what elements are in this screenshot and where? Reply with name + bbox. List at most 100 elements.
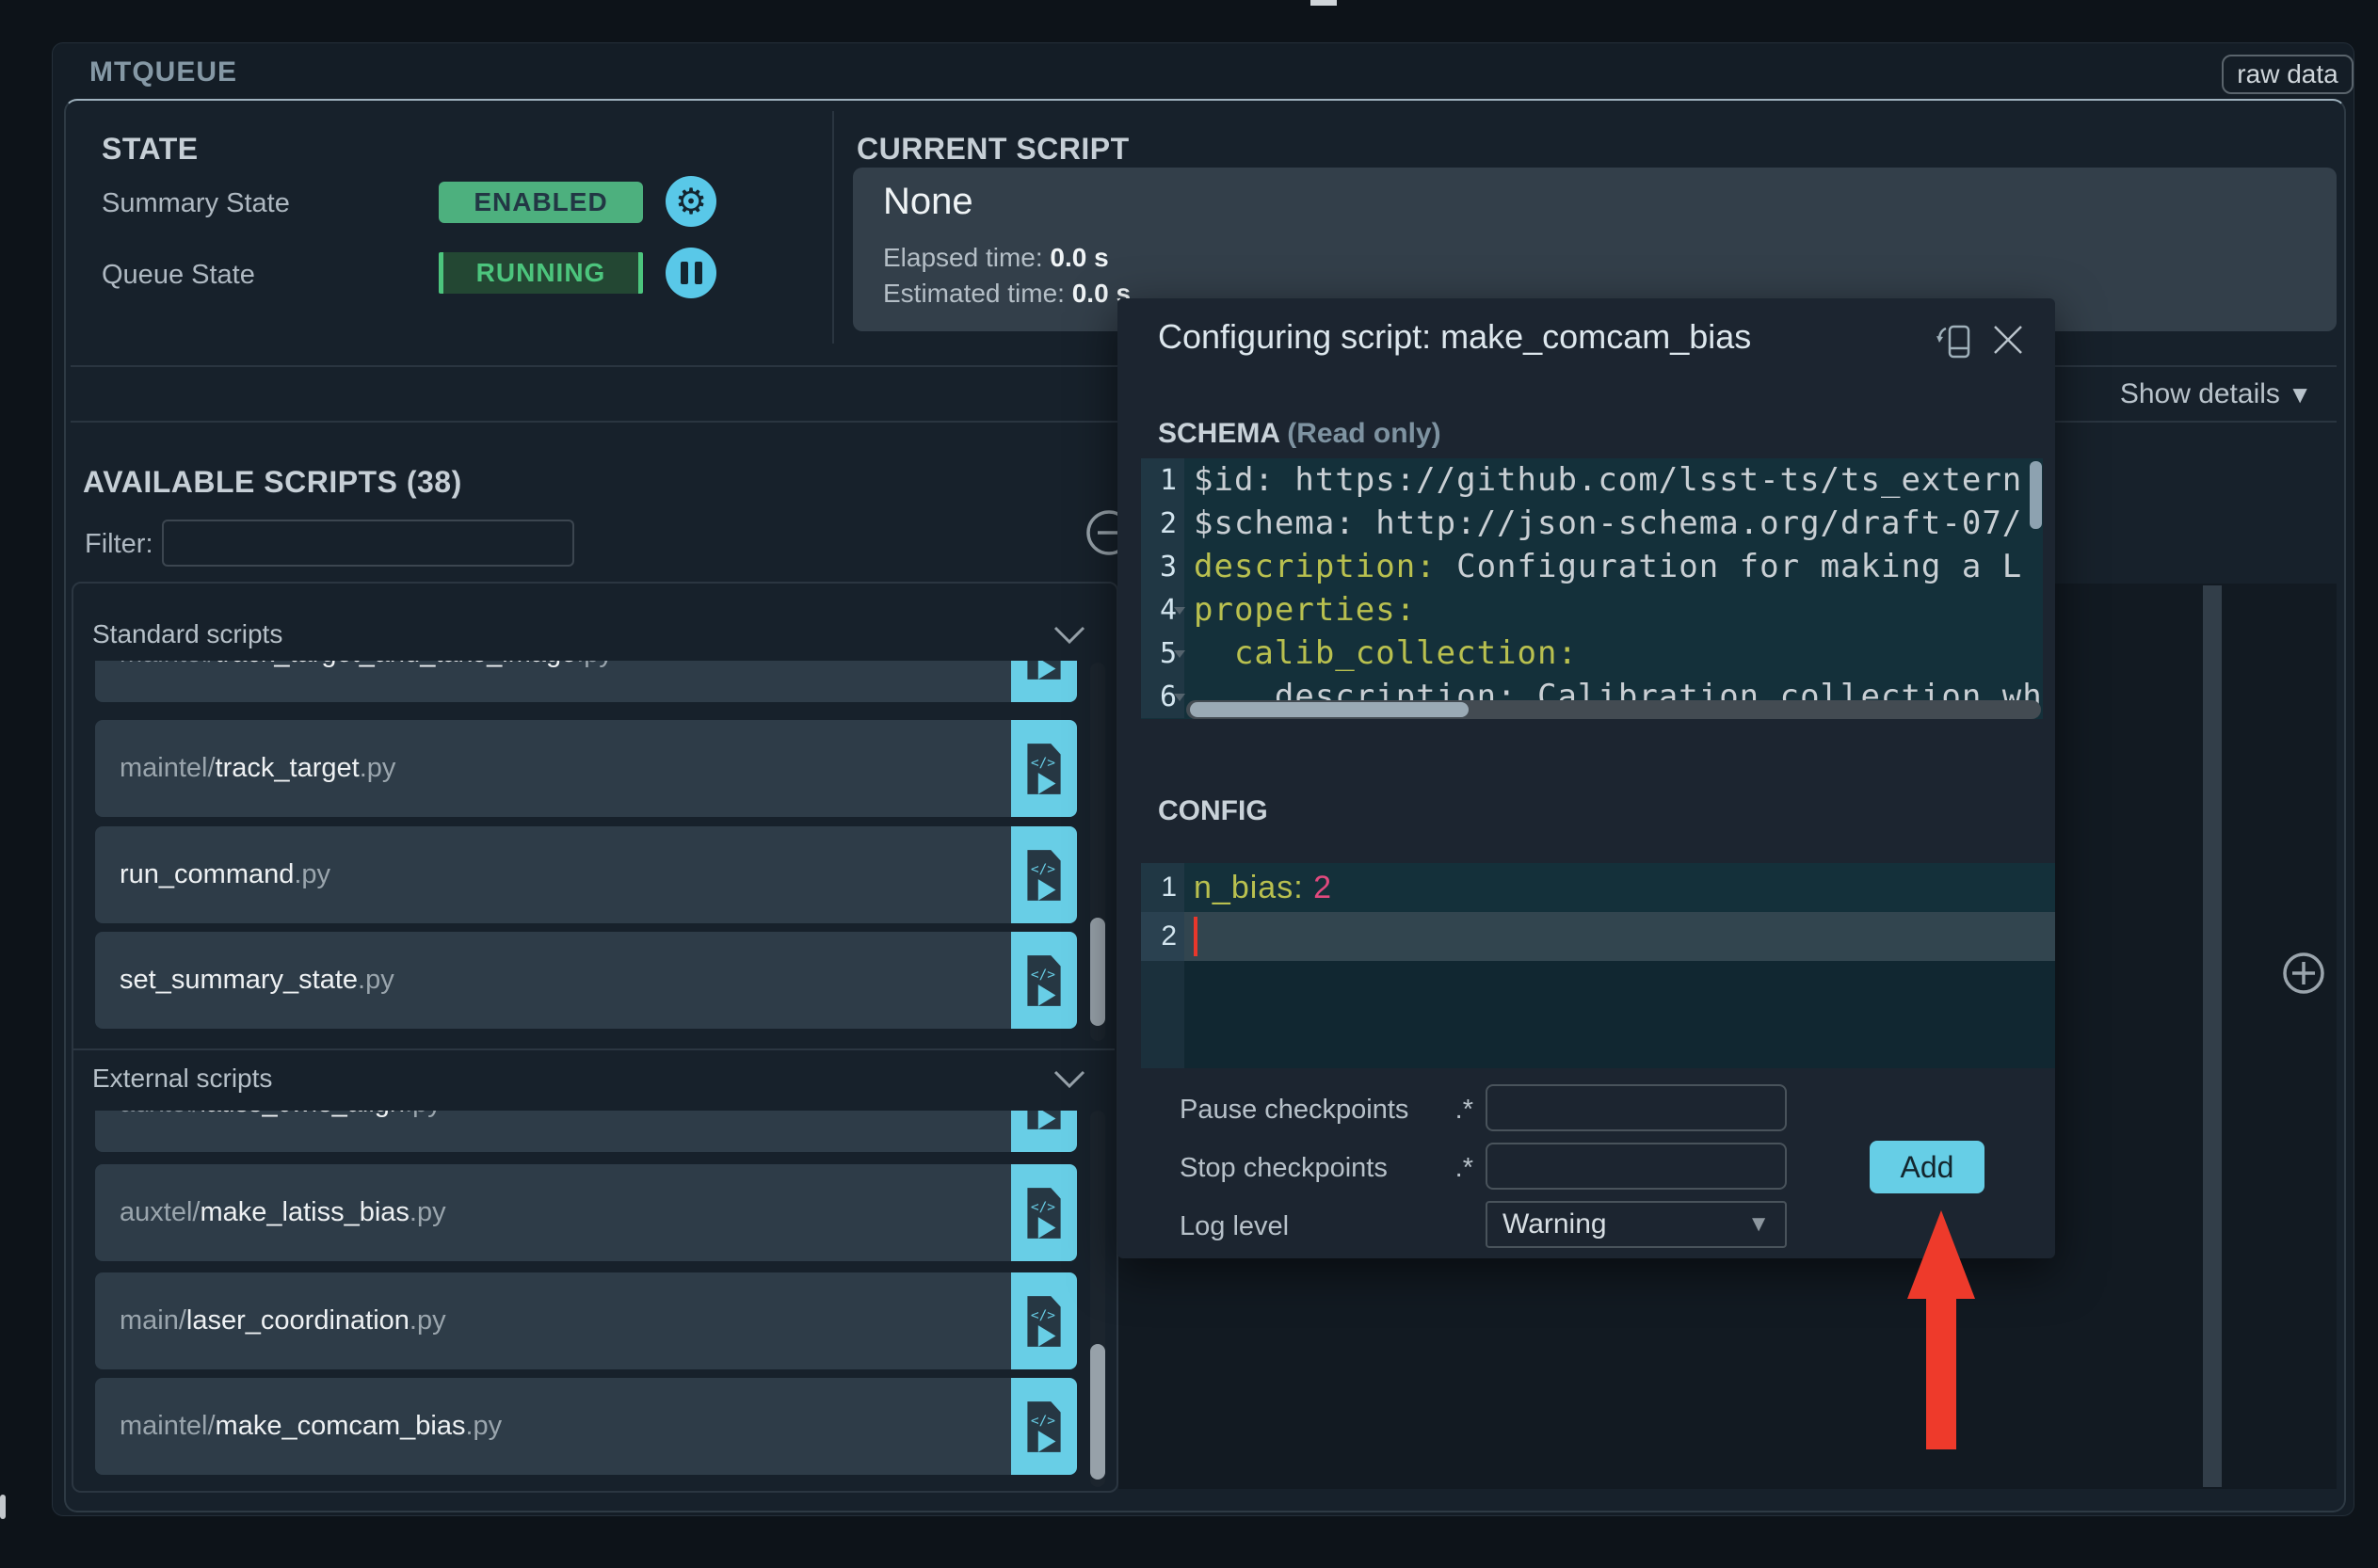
svg-text:</>: </> (1031, 1413, 1055, 1428)
screen: MTQUEUE raw data STATE Summary State ENA… (0, 0, 2378, 1568)
pause-checkpoints-label: Pause checkpoints .* (1180, 1095, 1473, 1125)
annotation-arrow-icon (1907, 1210, 1975, 1449)
script-item[interactable]: maintel/make_comcam_bias .py </> (95, 1378, 1077, 1475)
config-heading: CONFIG (1158, 795, 1268, 826)
section-chevron-icon[interactable] (1052, 1069, 1086, 1090)
line-number: 6 (1141, 675, 1185, 718)
svg-text:</>: </> (1031, 755, 1055, 770)
script-file-icon: </> (1027, 1295, 1061, 1347)
script-item-clipped[interactable]: maintel/track_target_and_take_image.py <… (95, 661, 1077, 702)
schema-hscrollbar (1186, 700, 2041, 719)
script-file-icon: </> (1027, 954, 1061, 1006)
svg-text:</>: </> (1031, 1199, 1055, 1214)
section-chevron-icon[interactable] (1052, 625, 1086, 646)
estimated-time-row: Estimated time: 0.0 s (883, 279, 1131, 309)
code-fold-icon[interactable] (1174, 694, 1185, 701)
line-number: 1 (1141, 863, 1184, 912)
log-level-value: Warning (1502, 1208, 1607, 1240)
script-file-icon: </> (1027, 849, 1061, 901)
stop-checkpoints-label: Stop checkpoints .* (1180, 1153, 1473, 1183)
current-script-heading: CURRENT SCRIPT (857, 132, 1130, 166)
script-file-icon: </> (1027, 661, 1061, 680)
line-number: 5 (1141, 632, 1185, 675)
filter-input[interactable] (162, 520, 574, 567)
section-divider (73, 1048, 1115, 1050)
show-details-label: Show details (2119, 378, 2280, 409)
dialog-title: Configuring script: make_comcam_bias (1158, 317, 1752, 356)
scrollbar-thumb[interactable] (1190, 702, 1469, 717)
window-notch (1310, 0, 1337, 6)
select-caret-icon: ▼ (1747, 1211, 1770, 1237)
line-number: 2 (1141, 912, 1184, 961)
filter-label: Filter: (85, 529, 153, 559)
svg-text:</>: </> (1031, 861, 1055, 876)
launch-script-button[interactable]: </> (1011, 1164, 1077, 1261)
script-item[interactable]: run_command .py </> (95, 826, 1077, 923)
page-title: MTQUEUE (89, 56, 237, 88)
svg-text:</>: </> (1031, 1307, 1055, 1322)
config-editor[interactable]: 1 n_bias: 2 2 (1141, 863, 2055, 1068)
line-number: 2 (1141, 502, 1184, 545)
log-level-select[interactable]: Warning ▼ (1486, 1201, 1787, 1248)
launch-script-button[interactable]: </> (1011, 1378, 1077, 1475)
current-script-name: None (883, 181, 973, 222)
queue-scrollbar[interactable] (2203, 585, 2222, 1487)
launch-script-button[interactable]: </> (1011, 661, 1077, 702)
show-details-toggle[interactable]: Show details ▼ (2071, 378, 2312, 410)
rotate-panel-icon[interactable] (1933, 319, 1976, 362)
elapsed-time-row: Elapsed time: 0.0 s (883, 243, 1109, 273)
code-fold-icon[interactable] (1174, 650, 1185, 658)
summary-state-label: Summary State (102, 188, 290, 218)
schema-editor: 1 $id: https://github.com/lsst-ts/ts_ext… (1141, 458, 2043, 719)
launch-script-button[interactable]: </> (1011, 826, 1077, 923)
state-divider (832, 111, 834, 344)
line-number: 1 (1141, 458, 1184, 502)
pause-checkpoints-input[interactable] (1486, 1084, 1787, 1131)
script-file-icon: </> (1027, 1187, 1061, 1239)
pause-icon (680, 262, 702, 284)
standard-list-scrollbar (1090, 663, 1105, 1041)
line-number: 4 (1141, 588, 1185, 632)
launch-script-button[interactable]: </> (1011, 932, 1077, 1029)
script-file-icon: </> (1027, 1400, 1061, 1452)
add-button[interactable]: Add (1870, 1141, 1984, 1193)
raw-data-button[interactable]: raw data (2222, 55, 2354, 94)
state-heading: STATE (102, 132, 199, 166)
elapsed-time-label: Elapsed time: (883, 243, 1043, 272)
configure-script-dialog: Configuring script: make_comcam_bias SCH… (1117, 298, 2055, 1258)
section-title-standard: Standard scripts (92, 619, 283, 648)
estimated-time-label: Estimated time: (883, 279, 1065, 308)
available-scripts-heading: AVAILABLE SCRIPTS (38) (83, 465, 462, 499)
elapsed-time-value: 0.0 s (1050, 243, 1109, 272)
standard-scripts-list: maintel/track_target_and_take_image.py <… (90, 661, 1088, 1041)
log-level-label: Log level (1180, 1211, 1290, 1241)
scrollbar-thumb[interactable] (2030, 461, 2042, 529)
script-item[interactable]: main/laser_coordination .py </> (95, 1272, 1077, 1369)
chevron-down-icon: ▼ (2288, 380, 2312, 408)
schema-readonly-note: (Read only) (1287, 418, 1441, 449)
close-icon[interactable] (1989, 321, 2027, 359)
script-item-clipped[interactable]: auxtel/latiss_cwfs_align.py </> (95, 1111, 1077, 1152)
script-item[interactable]: maintel/track_target .py </> (95, 720, 1077, 817)
summary-state-config-button[interactable]: ⚙ (666, 176, 716, 227)
text-cursor (1194, 917, 1197, 956)
launch-script-button[interactable]: </> (1011, 1272, 1077, 1369)
code-fold-icon[interactable] (1174, 607, 1185, 615)
gear-icon: ⚙ (674, 181, 708, 222)
queue-state-label: Queue State (102, 260, 255, 290)
stop-checkpoints-input[interactable] (1486, 1143, 1787, 1190)
svg-text:</>: </> (1031, 967, 1055, 982)
script-file-icon: </> (1027, 743, 1061, 794)
external-list-scrollbar (1090, 1111, 1105, 1487)
launch-script-button[interactable]: </> (1011, 1111, 1077, 1152)
page-scrollbar-fragment[interactable] (0, 1495, 6, 1519)
script-file-icon: </> (1027, 1111, 1061, 1129)
line-number: 3 (1141, 545, 1184, 588)
scrollbar-thumb[interactable] (1090, 918, 1105, 1026)
launch-script-button[interactable]: </> (1011, 720, 1077, 817)
script-item[interactable]: auxtel/make_latiss_bias .py </> (95, 1164, 1077, 1261)
add-to-queue-icon[interactable] (2281, 951, 2326, 996)
queue-pause-button[interactable] (666, 248, 716, 298)
scrollbar-thumb[interactable] (1090, 1344, 1105, 1480)
script-item[interactable]: set_summary_state .py </> (95, 932, 1077, 1029)
